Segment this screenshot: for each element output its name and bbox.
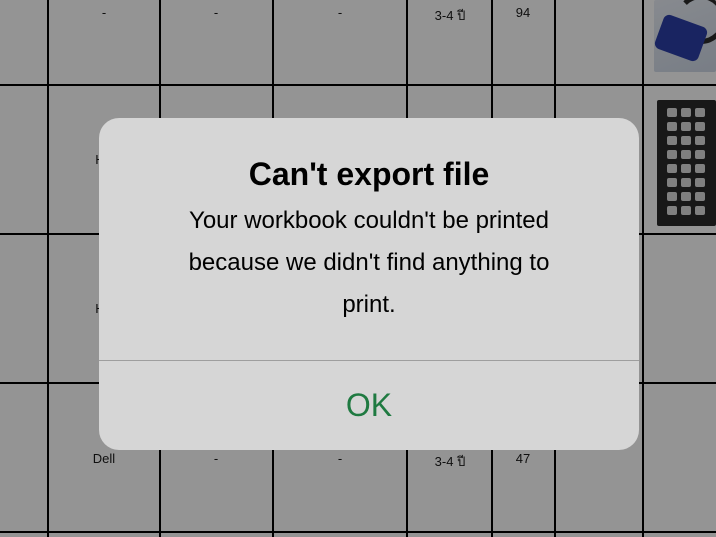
ok-button[interactable]: OK	[99, 361, 639, 450]
alert-dialog: Can't export file Your workbook couldn't…	[99, 118, 639, 450]
alert-title: Can't export file	[248, 156, 490, 192]
alert-message-line: print.	[342, 291, 396, 318]
alert-message-line: Your workbook couldn't be printed	[189, 207, 549, 234]
alert-message: Your workbook couldn't be printed becaus…	[149, 200, 589, 326]
alert-message-line: because we didn't find anything to	[188, 249, 550, 276]
